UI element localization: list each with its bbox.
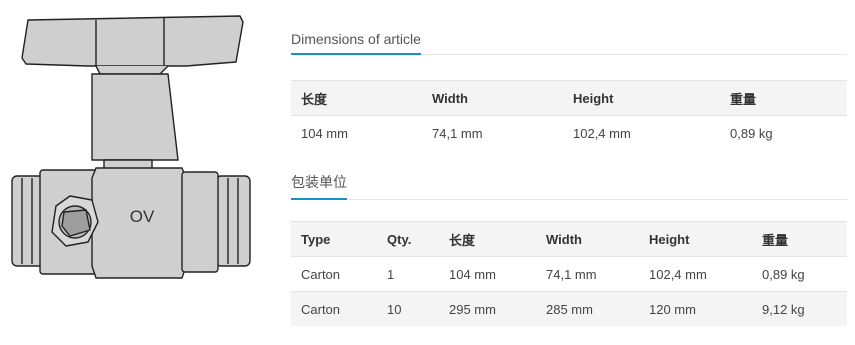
cell-height: 102,4 mm [573,125,631,141]
dimensions-heading: Dimensions of article [291,31,847,55]
cell-weight: 9,12 kg [752,291,847,326]
header-weight: 重量 [720,80,847,116]
cell-width: 74,1 mm [536,256,639,292]
cell-qty: 1 [377,256,439,292]
cell-qty: 10 [377,291,439,326]
table-row: 104 mm 74,1 mm 102,4 mm 0,89 kg [291,116,847,151]
cell-width: 285 mm [536,291,639,326]
cell-weight: 0,89 kg [752,256,847,292]
cell-type: Carton [291,256,377,292]
header-length: 长度 [439,221,536,257]
cell-width: 74,1 mm [432,125,483,141]
header-width: Width [422,80,563,116]
cell-length: 104 mm [301,125,348,141]
cell-length: 295 mm [439,291,536,326]
header-height: Height [639,221,752,257]
header-qty: Qty. [377,221,439,257]
table-row: Carton 10 295 mm 285 mm 120 mm 9,12 kg [291,291,847,326]
cell-weight: 0,89 kg [730,125,773,141]
table-header-row: 长度 Width Height 重量 [291,80,847,116]
cell-length: 104 mm [439,256,536,292]
header-weight: 重量 [752,221,847,257]
table-row: Carton 1 104 mm 74,1 mm 102,4 mm 0,89 kg [291,256,847,292]
header-type: Type [291,221,377,257]
cell-type: Carton [291,291,377,326]
header-height: Height [563,80,720,116]
packaging-table: Type Qty. 长度 Width Height 重量 Carton 1 10… [291,221,847,326]
header-length: 长度 [291,80,422,116]
cell-height: 120 mm [639,291,752,326]
header-width: Width [536,221,639,257]
dimensions-title: Dimensions of article [291,31,421,55]
packaging-title: 包装单位 [291,172,347,200]
table-header-row: Type Qty. 长度 Width Height 重量 [291,221,847,257]
product-image: OV [11,15,251,279]
dimensions-table: 长度 Width Height 重量 104 mm 74,1 mm 102,4 … [291,80,847,150]
product-marking: OV [130,207,155,226]
cell-height: 102,4 mm [639,256,752,292]
packaging-heading: 包装单位 [291,172,847,200]
